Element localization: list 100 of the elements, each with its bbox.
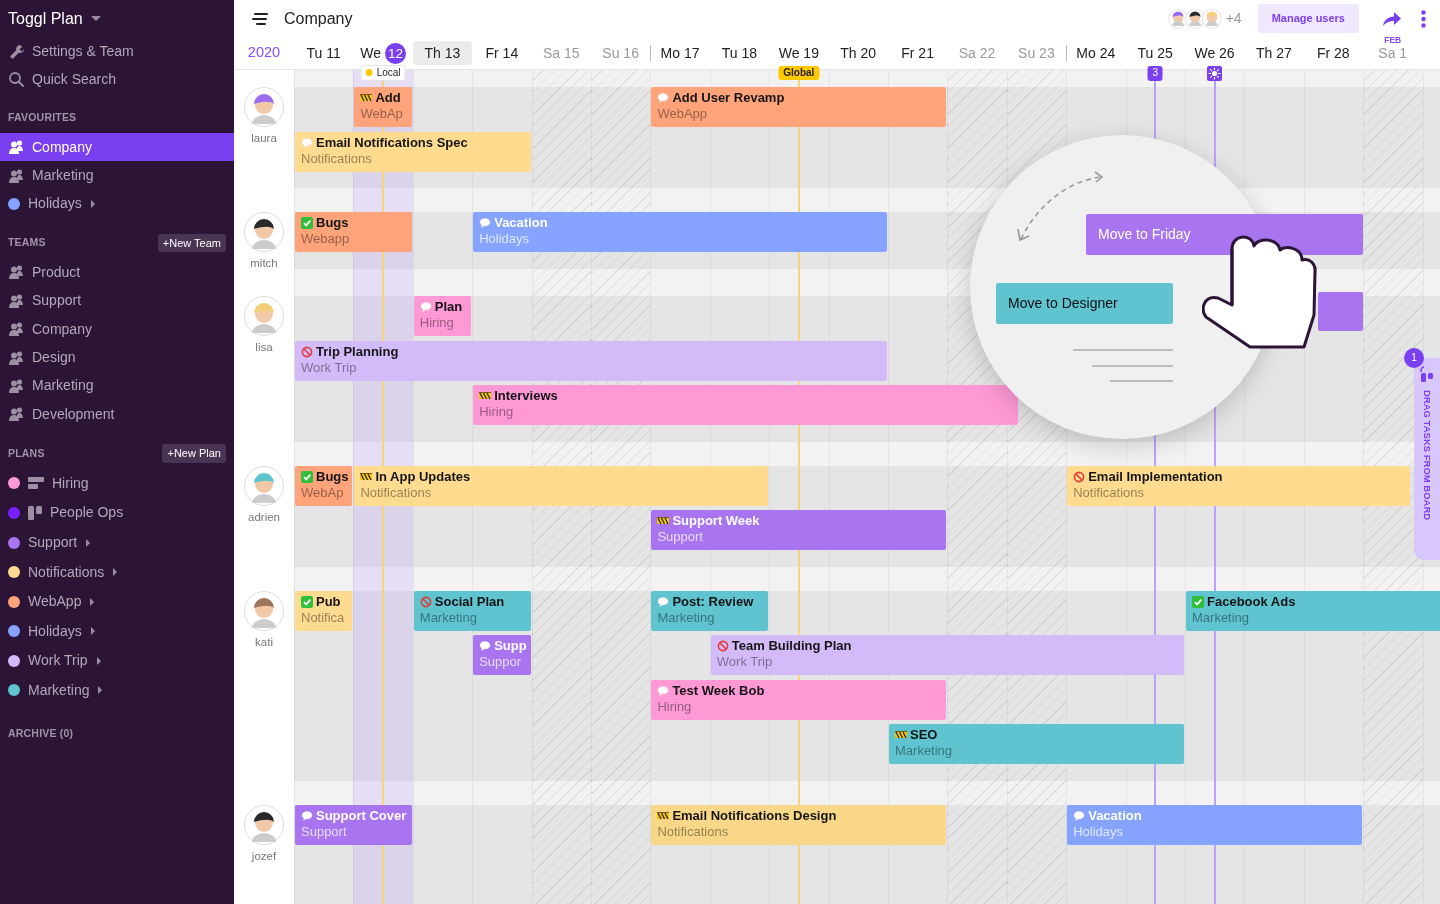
more-options-icon[interactable]	[1421, 9, 1426, 28]
task-name: Vacation	[494, 215, 548, 231]
sidebar-item[interactable]: Company	[0, 314, 234, 344]
task-plan: Notifica	[301, 609, 346, 626]
board-icon	[1420, 366, 1434, 382]
avatar	[244, 212, 284, 252]
task-bar[interactable]: Email Notifications Spec Notifications	[295, 131, 531, 172]
sidebar-item[interactable]: Support	[0, 527, 234, 558]
day-label[interactable]: Tu 25	[1125, 41, 1185, 65]
sidebar-item[interactable]: Support	[0, 286, 234, 315]
board-tab-label: DRAG TASKS FROM BOARD	[1421, 390, 1435, 521]
day-label[interactable]: We 12	[353, 39, 413, 67]
day-label[interactable]: Fr 28	[1303, 41, 1364, 65]
task-bar[interactable]: Email Implementation Notifications	[1067, 465, 1410, 506]
task-plan: Marketing	[895, 743, 954, 760]
task-bar[interactable]: In App Updates Notifications	[354, 465, 769, 506]
sidebar-item[interactable]: Holidays	[0, 616, 234, 647]
sidebar-item[interactable]: WebApp	[0, 586, 234, 617]
new-button[interactable]: +New Plan	[162, 444, 226, 463]
task-bar[interactable]: Facebook Ads Marketing	[1186, 590, 1440, 631]
team-icon	[8, 406, 24, 423]
task-bar[interactable]: Pub Notifica	[295, 590, 353, 631]
today-date-badge: 12	[384, 42, 406, 64]
day-label[interactable]: Th 20	[828, 41, 888, 65]
menu-icon[interactable]	[252, 11, 268, 26]
milestone-count-badge[interactable]: 3	[1147, 66, 1163, 81]
task-name: In App Updates	[375, 468, 471, 485]
task-bar[interactable]: Add User Revamp WebApp	[651, 87, 947, 127]
sidebar-item[interactable]: Development	[0, 400, 234, 429]
team-icon	[8, 349, 24, 366]
task-plan: WebAp	[360, 106, 404, 122]
person-name: mitch	[249, 256, 279, 271]
day-label[interactable]: Th 27	[1244, 41, 1304, 65]
task-plan: Support	[657, 529, 704, 546]
task-bar[interactable]: Trip Planning Work Trip	[295, 340, 887, 381]
global-milestone-badge[interactable]: Global	[778, 66, 820, 80]
sidebar-item[interactable]: People Ops	[0, 498, 234, 528]
task-bar[interactable]: Bugs WebAp	[295, 465, 353, 506]
task-plan: Notifications	[1073, 484, 1145, 501]
task-bar[interactable]: Add WebAp	[354, 87, 412, 127]
manage-users-button[interactable]: Manage users	[1257, 4, 1359, 33]
archive-link[interactable]: ARCHIVE (0)	[8, 726, 74, 743]
task-bar[interactable]: Social Plan Marketing	[413, 590, 531, 631]
day-label[interactable]: Tu 11	[294, 41, 354, 65]
task-plan: Work Trip	[301, 359, 358, 376]
sidebar-item[interactable]: Company	[0, 133, 234, 162]
task-bar[interactable]: Plan Hiring	[413, 296, 472, 337]
dragged-task-bar: Move to Friday	[1086, 214, 1363, 255]
sidebar-item[interactable]: Hiring	[0, 468, 234, 499]
quick-search-link[interactable]: Quick Search	[0, 65, 234, 93]
task-bar[interactable]: Test Week Bob Hiring	[651, 679, 947, 720]
task-name: Email Notifications Spec	[316, 134, 468, 151]
share-icon[interactable]	[1383, 10, 1401, 27]
day-label[interactable]: Fr 21	[887, 41, 948, 65]
avatar	[244, 590, 284, 631]
sidebar-item[interactable]: Work Trip	[0, 646, 234, 676]
task-name: Plan	[434, 299, 463, 316]
task-name: Bugs	[316, 468, 349, 485]
day-label[interactable]: Fr 14	[472, 41, 532, 65]
task-name: Supp	[494, 638, 527, 655]
task-plan: Notifications	[301, 150, 373, 167]
task-bar[interactable]: Team Building Plan Work Trip	[710, 635, 1184, 676]
settings-link[interactable]: Settings & Team	[0, 37, 234, 65]
team-icon	[8, 377, 24, 394]
task-bar[interactable]: Interviews Hiring	[473, 385, 1018, 426]
year-label: 2020	[246, 43, 282, 63]
task-name: Post: Review	[672, 593, 754, 610]
task-plan: Hiring	[479, 404, 515, 421]
section-heading: FAVOURITES	[8, 110, 77, 126]
avatar	[1201, 8, 1222, 29]
person-name: lisa	[254, 340, 274, 356]
task-bar[interactable]: Bugs Webapp	[295, 212, 412, 252]
day-label[interactable]: Tu 18	[709, 41, 770, 65]
day-label[interactable]: We 26	[1184, 41, 1245, 65]
day-label[interactable]: Th 13	[412, 41, 473, 65]
sidebar-item[interactable]: Marketing	[0, 371, 234, 401]
task-plan: Notifications	[657, 823, 730, 840]
sidebar-item[interactable]: Holidays	[0, 189, 234, 219]
sidebar-item[interactable]: Marketing	[0, 161, 234, 190]
task-name: Interviews	[494, 388, 558, 405]
sidebar-item[interactable]: Design	[0, 343, 234, 372]
sidebar-item[interactable]: Marketing	[0, 675, 234, 706]
task-plan: WebApp	[657, 106, 709, 122]
task-bar[interactable]: Email Notifications Design Notifications	[651, 804, 947, 845]
dropdown-caret-icon	[90, 15, 101, 22]
person-name: laura	[250, 131, 278, 146]
new-button[interactable]: +New Team	[157, 234, 226, 253]
task-plan: Webapp	[301, 231, 351, 247]
task-plan: Work Trip	[716, 654, 774, 671]
task-bar[interactable]: Post: Review Marketing	[651, 590, 769, 631]
designer-task-bar: Move to Designer	[996, 283, 1173, 324]
task-plan: Marketing	[419, 609, 478, 626]
sidebar-item[interactable]: Notifications	[0, 557, 234, 587]
caret-icon	[112, 567, 119, 578]
task-name: Email Notifications Design	[672, 807, 837, 824]
avatar	[1167, 8, 1188, 29]
caret-icon	[95, 655, 102, 666]
day-label[interactable]: We 19	[769, 41, 829, 65]
task-bar[interactable]: SEO Marketing	[889, 724, 1184, 765]
sidebar-item[interactable]: Product	[0, 258, 234, 287]
